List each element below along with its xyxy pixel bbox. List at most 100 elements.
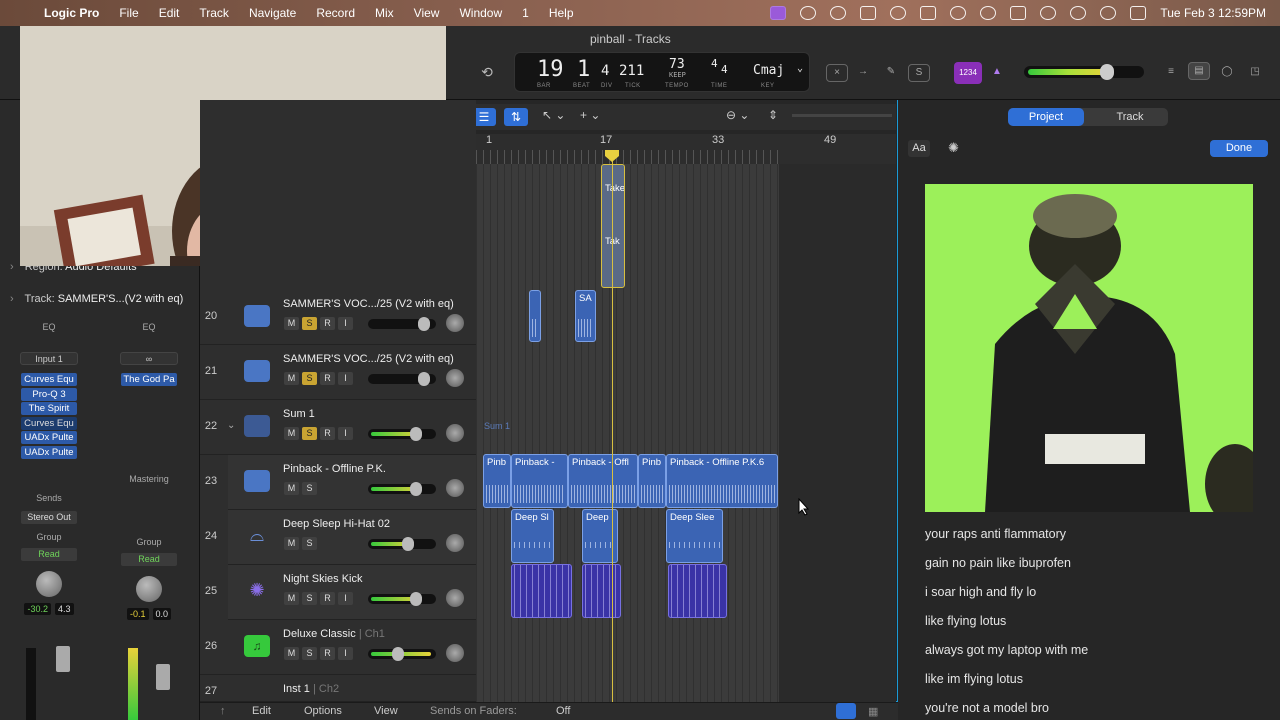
headphones-icon[interactable]	[950, 6, 967, 20]
playhead[interactable]	[612, 150, 613, 702]
lyric-line[interactable]: like im flying lotus	[925, 672, 1023, 686]
pan-knob[interactable]	[446, 589, 464, 607]
badge-icon[interactable]: ✺	[948, 140, 959, 156]
browser-icon[interactable]: ◳	[1244, 64, 1266, 82]
menu-navigate[interactable]: Navigate	[249, 6, 296, 20]
arrangement-lanes[interactable]: Take Tak SA Sum 1 Pinb Pinback - Pinback…	[476, 164, 896, 702]
volume-slider[interactable]	[368, 647, 436, 661]
mute-button[interactable]: M	[284, 537, 299, 550]
notepad-icon[interactable]: ▤	[1188, 62, 1210, 80]
menu-1[interactable]: 1	[522, 6, 529, 20]
track-name[interactable]: SAMMER'S VOC.../25 (V2 with eq)	[283, 353, 454, 365]
eq-label[interactable]: EQ	[14, 322, 84, 332]
volume-knob[interactable]	[410, 592, 422, 606]
pan-knob[interactable]	[446, 424, 464, 442]
volume-knob[interactable]	[410, 482, 422, 496]
menubar-datetime[interactable]: Tue Feb 3 12:59PM	[1160, 6, 1266, 20]
screen-record-icon[interactable]	[770, 6, 787, 20]
play-icon[interactable]	[830, 6, 847, 20]
input-monitor-button[interactable]: I	[338, 592, 353, 605]
solo-button[interactable]: S	[302, 537, 317, 550]
output-slot[interactable]: Stereo Out	[21, 510, 77, 524]
lyric-line[interactable]: always got my laptop with me	[925, 643, 1088, 657]
volume-slider[interactable]	[368, 482, 436, 496]
master-volume-knob[interactable]	[1100, 64, 1114, 80]
solo-button[interactable]: S	[302, 427, 317, 440]
pan-knob[interactable]	[446, 644, 464, 662]
lcd-display[interactable]: 19 1 4 211 73 KEEP 4 4 Cmaj ⌄ BAR BEAT D…	[514, 52, 810, 92]
track-name[interactable]: Deep Sleep Hi-Hat 02	[283, 518, 390, 530]
record-button[interactable]: R	[320, 317, 335, 330]
siri-icon[interactable]	[1100, 6, 1117, 20]
pan-knob[interactable]	[446, 534, 464, 552]
audio-region[interactable]: Pinback -	[511, 454, 568, 508]
mute-button[interactable]: M	[284, 647, 299, 660]
track-name[interactable]: SAMMER'S VOC.../25 (V2 with eq)	[283, 298, 454, 310]
track-name[interactable]: Inst 1 | Ch2	[283, 683, 339, 695]
track-row[interactable]: 24 ⌓ Deep Sleep Hi-Hat 02 M S	[205, 510, 476, 565]
single-view-icon[interactable]	[836, 703, 856, 719]
window-icon[interactable]	[920, 6, 937, 20]
pan-knob[interactable]	[446, 479, 464, 497]
menu-file[interactable]: File	[119, 6, 138, 20]
search-icon[interactable]	[1070, 6, 1087, 20]
automation-mode[interactable]: Read	[121, 553, 177, 566]
track-row[interactable]: 21 SAMMER'S VOC.../25 (V2 with eq) M S R…	[200, 345, 476, 400]
options-menu[interactable]: Options	[304, 705, 342, 717]
plugin-slot[interactable]: The Spirit	[21, 402, 77, 415]
done-button[interactable]: Done	[1210, 140, 1268, 157]
zoom-icon[interactable]: ⊖ ⌄	[726, 108, 749, 122]
plugin-slot[interactable]: Curves Equ	[21, 416, 77, 430]
pan-knob[interactable]	[446, 314, 464, 332]
plugin-slot[interactable]: Curves Equ	[21, 373, 77, 386]
audio-region[interactable]	[529, 290, 541, 342]
menu-help[interactable]: Help	[549, 6, 574, 20]
pointer-tool-icon[interactable]: ↖ ⌄	[542, 108, 565, 122]
cycle-icon[interactable]: ⟲	[476, 64, 498, 82]
solo-mode-icon[interactable]: S	[908, 64, 930, 82]
mute-button[interactable]: M	[284, 482, 299, 495]
input-monitor-button[interactable]: I	[338, 372, 353, 385]
input-monitor-button[interactable]: I	[338, 427, 353, 440]
automation-mode[interactable]: Read	[21, 547, 77, 561]
audio-region[interactable]: Pinback - Offline P.K.6	[666, 454, 778, 508]
track-row[interactable]: 22 ⌄ Sum 1 M S R I	[200, 400, 476, 455]
group-slot[interactable]: Group	[14, 532, 84, 542]
record-button[interactable]: R	[320, 372, 335, 385]
loop-browser-icon[interactable]: ◯	[1216, 64, 1238, 82]
arrow-up-icon[interactable]: ↑	[220, 705, 226, 717]
track-row[interactable]: 20 SAMMER'S VOC.../25 (V2 with eq) M S R…	[200, 290, 476, 345]
volume-knob[interactable]	[418, 372, 430, 386]
volume-slider[interactable]	[368, 317, 436, 331]
link-icon[interactable]: ∞	[120, 352, 178, 365]
grid-view-icon[interactable]: ▦	[868, 705, 878, 718]
solo-button[interactable]: S	[302, 372, 317, 385]
mute-button[interactable]: M	[284, 317, 299, 330]
menu-window[interactable]: Window	[459, 6, 502, 20]
airplay-icon[interactable]	[890, 6, 907, 20]
solo-button[interactable]: S	[302, 317, 317, 330]
volume-knob[interactable]	[410, 427, 422, 441]
group-slot[interactable]: Group	[114, 537, 184, 547]
record-button[interactable]: R	[320, 592, 335, 605]
disclosure-triangle-icon[interactable]: ⌄	[227, 420, 235, 431]
clock-icon[interactable]	[980, 6, 997, 20]
menu-record[interactable]: Record	[316, 6, 355, 20]
volume-knob[interactable]	[402, 537, 414, 551]
lyric-line[interactable]: like flying lotus	[925, 614, 1006, 628]
volume-slider[interactable]	[368, 427, 436, 441]
fader-track[interactable]	[26, 648, 36, 720]
track-row[interactable]: 26 ♫ Deluxe Classic | Ch1 M S R I	[200, 620, 476, 675]
audio-region[interactable]: Pinb	[638, 454, 666, 508]
tuner-icon[interactable]: ✎	[880, 64, 902, 82]
volume-slider[interactable]	[368, 372, 436, 386]
track-inspector-row[interactable]: › Track: SAMMER'S...(V2 with eq)	[10, 293, 183, 305]
lyric-line[interactable]: gain no pain like ibuprofen	[925, 556, 1071, 570]
volume-knob[interactable]	[418, 317, 430, 331]
punch-icon[interactable]: →	[852, 64, 874, 82]
mute-button[interactable]: M	[284, 427, 299, 440]
view-menu[interactable]: View	[374, 705, 398, 717]
track-row[interactable]: 25 ✺ Night Skies Kick M S R I	[205, 565, 476, 620]
fader-knob[interactable]	[56, 646, 70, 672]
catch-icon[interactable]: ⇅	[504, 108, 528, 126]
